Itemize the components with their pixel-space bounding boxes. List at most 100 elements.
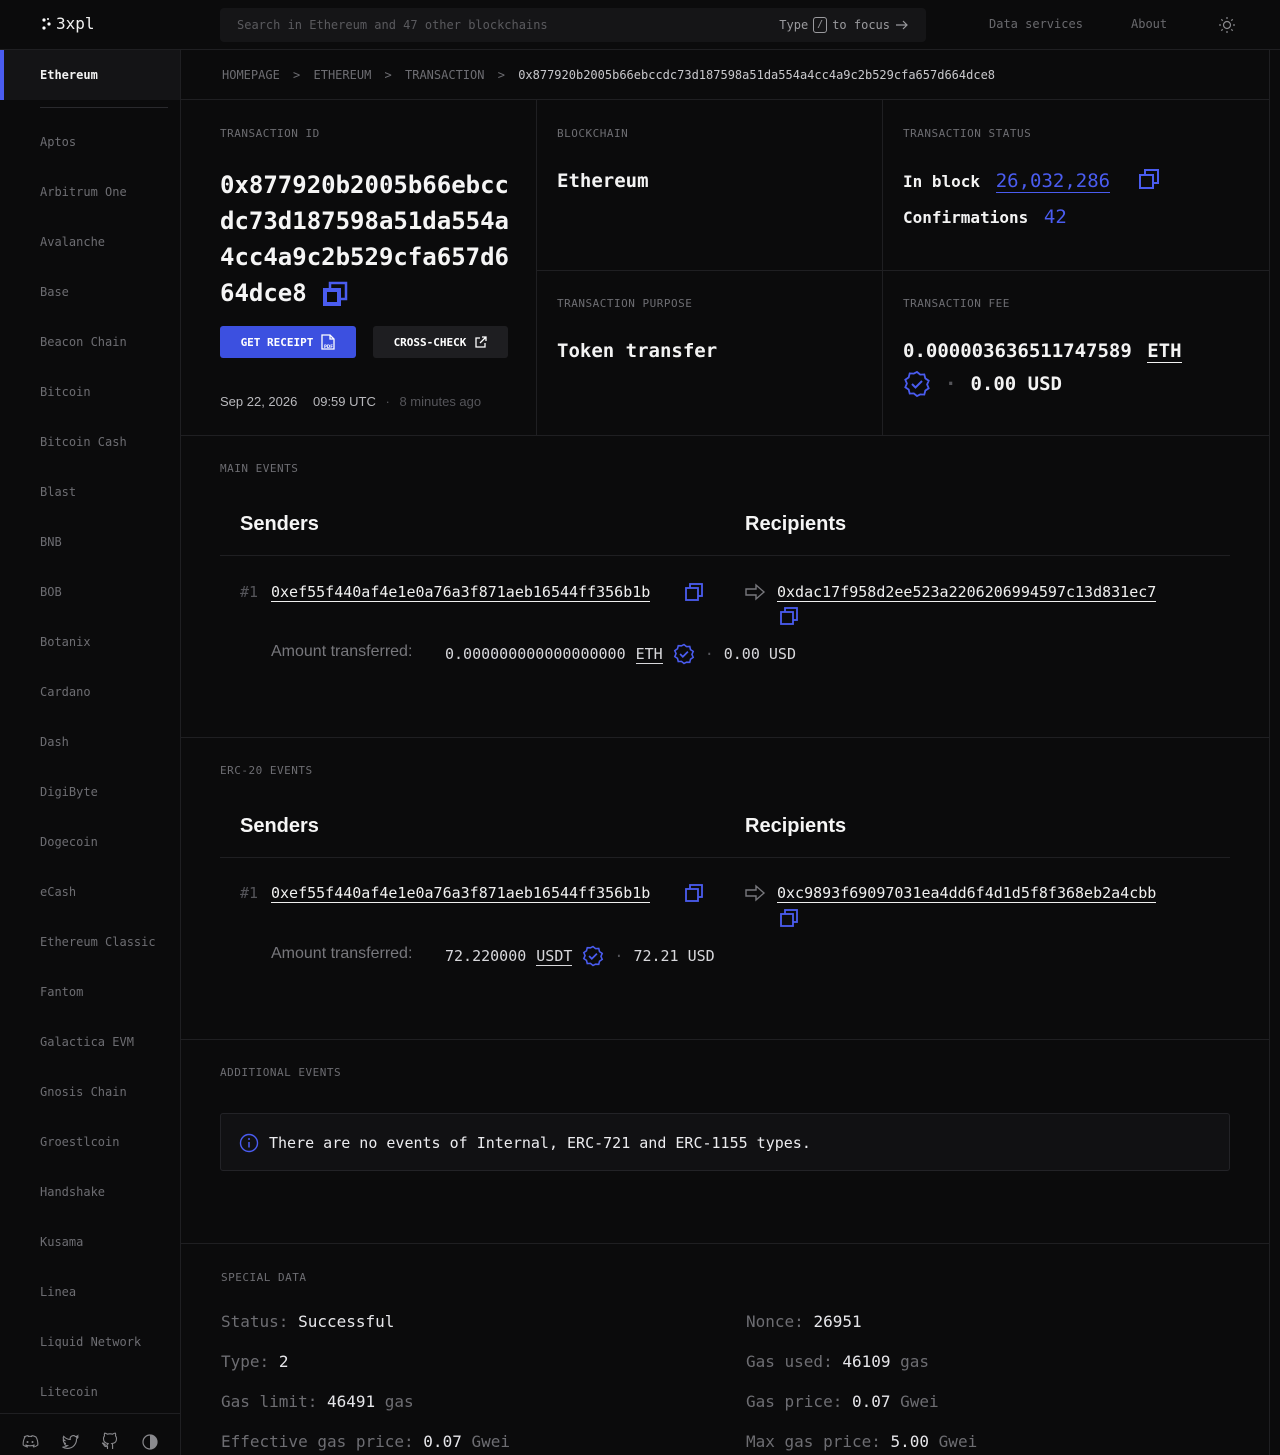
sidebar-item-bitcoin[interactable]: Bitcoin bbox=[40, 385, 91, 399]
tx-fee-usd: 0.00 USD bbox=[970, 373, 1062, 395]
divider bbox=[1269, 50, 1270, 1455]
sidebar-item-linea[interactable]: Linea bbox=[40, 1285, 76, 1299]
field-unit: Gwei bbox=[471, 1432, 510, 1451]
search-hint: Type / to focus bbox=[779, 17, 909, 33]
tx-ago: 8 minutes ago bbox=[399, 394, 482, 409]
sidebar-item-gnosis-chain[interactable]: Gnosis Chain bbox=[40, 1085, 127, 1099]
field-unit: Gwei bbox=[900, 1392, 939, 1411]
sidebar-item-litecoin[interactable]: Litecoin bbox=[40, 1385, 98, 1399]
effective-gas-price-field: Effective gas price: 0.07 Gwei bbox=[221, 1432, 510, 1451]
tx-id-value: 0x877920b2005b66ebccdc73d187598a51da554a… bbox=[220, 171, 509, 307]
sidebar-item-handshake[interactable]: Handshake bbox=[40, 1185, 105, 1199]
divider bbox=[220, 857, 1230, 858]
search-hint-key: / bbox=[813, 17, 828, 33]
sidebar-item-blast[interactable]: Blast bbox=[40, 485, 76, 499]
main-recipient-address[interactable]: 0xdac17f958d2ee523a2206206994597c13d831e… bbox=[777, 583, 1157, 602]
divider bbox=[220, 555, 1230, 556]
erc20-recipient-address[interactable]: 0xc9893f69097031ea4dd6f4d1d5f8f368eb2a4c… bbox=[777, 884, 1157, 903]
token-link[interactable]: USDT bbox=[536, 947, 573, 966]
no-events-notice: There are no events of Internal, ERC-721… bbox=[220, 1113, 1230, 1171]
logo-text: 3xpl bbox=[56, 14, 95, 33]
sidebar-item-aptos[interactable]: Aptos bbox=[40, 135, 76, 149]
verified-badge-icon[interactable] bbox=[903, 370, 931, 398]
sidebar-item-botanix[interactable]: Botanix bbox=[40, 635, 91, 649]
nav-about[interactable]: About bbox=[1131, 17, 1167, 31]
separator-dot: · bbox=[704, 645, 714, 663]
copy-icon[interactable] bbox=[684, 582, 704, 602]
erc20-events-label: ERC-20 EVENTS bbox=[220, 764, 313, 777]
sidebar-item-beacon-chain[interactable]: Beacon Chain bbox=[40, 335, 127, 349]
copy-icon[interactable] bbox=[779, 606, 799, 626]
field-key: Gas used: bbox=[746, 1352, 833, 1371]
sidebar-item-fantom[interactable]: Fantom bbox=[40, 985, 83, 999]
divider bbox=[181, 435, 1270, 436]
sidebar-item-digibyte[interactable]: DigiByte bbox=[40, 785, 98, 799]
verified-badge-icon[interactable] bbox=[673, 643, 695, 665]
sidebar-item-galactica-evm[interactable]: Galactica EVM bbox=[40, 1035, 134, 1049]
main-sender-address[interactable]: 0xef55f440af4e1e0a76a3f871aeb16544ff356b… bbox=[271, 583, 651, 602]
amount-label: Amount transferred: bbox=[271, 945, 413, 962]
copy-icon[interactable] bbox=[779, 908, 799, 928]
sidebar-item-bitcoin-cash[interactable]: Bitcoin Cash bbox=[40, 435, 127, 449]
sidebar-item-arbitrum-one[interactable]: Arbitrum One bbox=[40, 185, 127, 199]
sidebar-item-groestlcoin[interactable]: Groestlcoin bbox=[40, 1135, 119, 1149]
pdf-icon: PDF bbox=[321, 334, 336, 350]
sidebar-item-kusama[interactable]: Kusama bbox=[40, 1235, 83, 1249]
sidebar-item-dogecoin[interactable]: Dogecoin bbox=[40, 835, 98, 849]
field-value: 2 bbox=[278, 1352, 289, 1371]
field-key: Nonce: bbox=[746, 1312, 804, 1331]
erc20-recipients-heading: Recipients bbox=[745, 815, 847, 837]
nonce-field: Nonce: 26951 bbox=[746, 1312, 862, 1331]
sidebar-item-liquid-network[interactable]: Liquid Network bbox=[40, 1335, 141, 1349]
sidebar-item-ecash[interactable]: eCash bbox=[40, 885, 76, 899]
verified-badge-icon[interactable] bbox=[582, 945, 604, 967]
sidebar-item-ethereum[interactable]: Ethereum bbox=[0, 50, 180, 100]
tx-purpose-value: Token transfer bbox=[557, 340, 718, 362]
sidebar-item-bob[interactable]: BOB bbox=[40, 585, 62, 599]
sidebar-item-cardano[interactable]: Cardano bbox=[40, 685, 91, 699]
cross-check-button[interactable]: CROSS-CHECK bbox=[373, 326, 508, 358]
divider bbox=[181, 1039, 1270, 1040]
tx-fee-unit[interactable]: ETH bbox=[1147, 340, 1182, 363]
breadcrumb-ethereum[interactable]: ETHEREUM bbox=[314, 68, 372, 82]
field-value: 46109 bbox=[842, 1352, 891, 1371]
github-icon[interactable] bbox=[100, 1432, 120, 1452]
token-link[interactable]: ETH bbox=[635, 645, 663, 664]
copy-icon[interactable] bbox=[321, 280, 349, 308]
theme-icon[interactable] bbox=[140, 1432, 160, 1452]
sidebar-footer bbox=[0, 1413, 180, 1455]
separator-dot: · bbox=[945, 373, 957, 395]
search-input[interactable] bbox=[220, 8, 760, 42]
divider bbox=[536, 100, 537, 435]
sidebar-item-ethereum-classic[interactable]: Ethereum Classic bbox=[40, 935, 156, 949]
divider bbox=[882, 100, 883, 435]
confirmations-value: 42 bbox=[1043, 206, 1067, 228]
sidebar-item-dash[interactable]: Dash bbox=[40, 735, 69, 749]
separator-dot: · bbox=[614, 947, 624, 965]
sidebar-item-bnb[interactable]: BNB bbox=[40, 535, 62, 549]
sidebar-item-avalanche[interactable]: Avalanche bbox=[40, 235, 105, 249]
block-link[interactable]: 26,032,286 bbox=[995, 170, 1111, 193]
search-box[interactable]: Type / to focus bbox=[220, 8, 926, 42]
discord-icon[interactable] bbox=[20, 1432, 40, 1452]
sidebar-item-base[interactable]: Base bbox=[40, 285, 69, 299]
field-key: Gas price: bbox=[746, 1392, 843, 1411]
amount-value: 0.000000000000000000 bbox=[445, 645, 626, 663]
top-bar: 3xpl Type / to focus Data services About bbox=[0, 0, 1280, 50]
copy-icon[interactable] bbox=[1138, 168, 1160, 190]
logo[interactable]: 3xpl bbox=[42, 14, 95, 33]
divider bbox=[537, 270, 1270, 271]
erc20-sender-address[interactable]: 0xef55f440af4e1e0a76a3f871aeb16544ff356b… bbox=[271, 884, 651, 903]
nav-data-services[interactable]: Data services bbox=[989, 17, 1083, 31]
get-receipt-label: GET RECEIPT bbox=[240, 335, 314, 349]
get-receipt-button[interactable]: GET RECEIPT PDF bbox=[220, 326, 356, 358]
breadcrumb-homepage[interactable]: HOMEPAGE bbox=[222, 68, 280, 82]
gas-limit-field: Gas limit: 46491 gas bbox=[221, 1392, 414, 1411]
twitter-icon[interactable] bbox=[60, 1432, 80, 1452]
additional-events-label: ADDITIONAL EVENTS bbox=[220, 1066, 342, 1079]
tx-id: 0x877920b2005b66ebccdc73d187598a51da554a… bbox=[220, 167, 520, 311]
breadcrumb-transaction[interactable]: TRANSACTION bbox=[405, 68, 484, 82]
field-key: Type: bbox=[221, 1352, 270, 1371]
theme-toggle-sun-icon[interactable] bbox=[1218, 16, 1236, 34]
copy-icon[interactable] bbox=[684, 883, 704, 903]
